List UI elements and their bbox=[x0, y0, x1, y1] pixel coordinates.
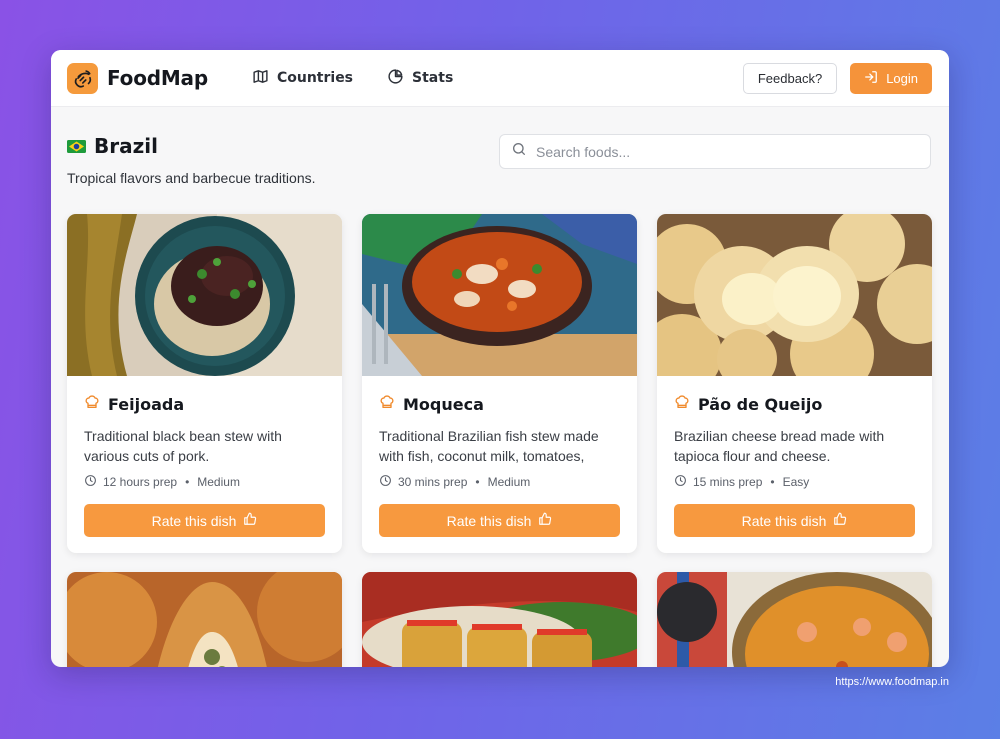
pie-chart-icon bbox=[387, 68, 404, 89]
difficulty: Medium bbox=[487, 475, 531, 489]
dish-card-pao-de-queijo: Pão de Queijo Brazilian cheese bread mad… bbox=[657, 214, 932, 553]
brand-name[interactable]: FoodMap bbox=[107, 66, 208, 90]
nav-countries[interactable]: Countries bbox=[252, 68, 353, 89]
dish-name: Feijoada bbox=[108, 394, 185, 414]
dish-name: Moqueca bbox=[403, 394, 484, 414]
dish-card-moqueca: Moqueca Traditional Brazilian fish stew … bbox=[362, 214, 637, 553]
country-name: Brazil bbox=[94, 134, 158, 158]
rate-label: Rate this dish bbox=[446, 512, 532, 529]
clock-icon bbox=[674, 474, 687, 490]
nav-stats[interactable]: Stats bbox=[387, 68, 453, 89]
main-nav: Countries Stats bbox=[252, 68, 453, 89]
chef-hat-icon bbox=[379, 394, 395, 414]
dish-meta: 12 hours prep • Medium bbox=[84, 474, 325, 490]
login-label: Login bbox=[886, 70, 918, 86]
thumbs-up-icon bbox=[243, 512, 257, 529]
pastel-photo bbox=[362, 572, 637, 667]
dish-meta: 15 mins prep • Easy bbox=[674, 474, 915, 490]
difficulty: Medium bbox=[197, 475, 240, 489]
thumbs-up-icon bbox=[833, 512, 847, 529]
rate-dish-button[interactable]: Rate this dish bbox=[379, 504, 620, 537]
clock-icon bbox=[84, 474, 97, 490]
nav-countries-label: Countries bbox=[276, 70, 354, 86]
rate-label: Rate this dish bbox=[151, 512, 237, 529]
rate-dish-button[interactable]: Rate this dish bbox=[84, 504, 325, 537]
footer-url: https://www.foodmap.in bbox=[835, 676, 949, 688]
search-input[interactable] bbox=[536, 143, 916, 160]
dish-card-feijoada: Feijoada Traditional black bean stew wit… bbox=[67, 214, 342, 553]
dish-title: Pão de Queijo bbox=[674, 394, 915, 414]
login-button[interactable]: Login bbox=[850, 62, 932, 94]
pao-de-queijo-photo bbox=[657, 214, 932, 376]
search-box[interactable] bbox=[499, 134, 931, 169]
dish-card-vatapa bbox=[657, 572, 932, 667]
chef-hat-icon bbox=[674, 394, 690, 414]
dish-card-pastel bbox=[362, 572, 637, 667]
nav-stats-label: Stats bbox=[412, 70, 454, 86]
dish-description: Brazilian cheese bread made with tapioca… bbox=[674, 428, 885, 464]
coxinha-photo bbox=[67, 572, 342, 667]
clock-icon bbox=[379, 474, 392, 490]
app-window: FoodMap Countries Stats Feedback? Login … bbox=[51, 50, 949, 667]
rate-dish-button[interactable]: Rate this dish bbox=[674, 504, 915, 537]
brazil-flag-icon bbox=[67, 139, 86, 153]
moqueca-photo bbox=[362, 214, 637, 376]
top-navbar: FoodMap Countries Stats Feedback? Login bbox=[51, 50, 949, 107]
feijoada-photo bbox=[67, 214, 342, 376]
prep-time: 12 hours prep bbox=[103, 475, 178, 489]
difficulty: Easy bbox=[782, 475, 810, 489]
country-tagline: Tropical flavors and barbecue traditions… bbox=[67, 170, 316, 186]
dish-name: Pão de Queijo bbox=[698, 394, 823, 414]
dish-title: Feijoada bbox=[84, 394, 325, 414]
dish-description: Traditional black bean stew with various… bbox=[84, 428, 282, 464]
header-actions: Feedback? Login bbox=[742, 62, 932, 94]
chef-hat-icon bbox=[84, 394, 100, 414]
rate-label: Rate this dish bbox=[741, 512, 827, 529]
dish-meta: 30 mins prep • Medium bbox=[379, 474, 620, 490]
map-icon bbox=[252, 68, 269, 89]
prep-time: 15 mins prep bbox=[693, 475, 763, 489]
croissant-logo-icon[interactable] bbox=[67, 62, 98, 94]
search-icon bbox=[511, 141, 527, 162]
login-icon bbox=[864, 70, 878, 87]
dish-card-coxinha bbox=[67, 572, 342, 667]
prep-time: 30 mins prep bbox=[398, 475, 468, 489]
country-heading: Brazil bbox=[67, 134, 158, 158]
dish-description: Traditional Brazilian fish stew made wit… bbox=[379, 428, 599, 464]
thumbs-up-icon bbox=[538, 512, 552, 529]
dish-title: Moqueca bbox=[379, 394, 620, 414]
vatapa-photo bbox=[657, 572, 932, 667]
feedback-button[interactable]: Feedback? bbox=[742, 62, 838, 94]
